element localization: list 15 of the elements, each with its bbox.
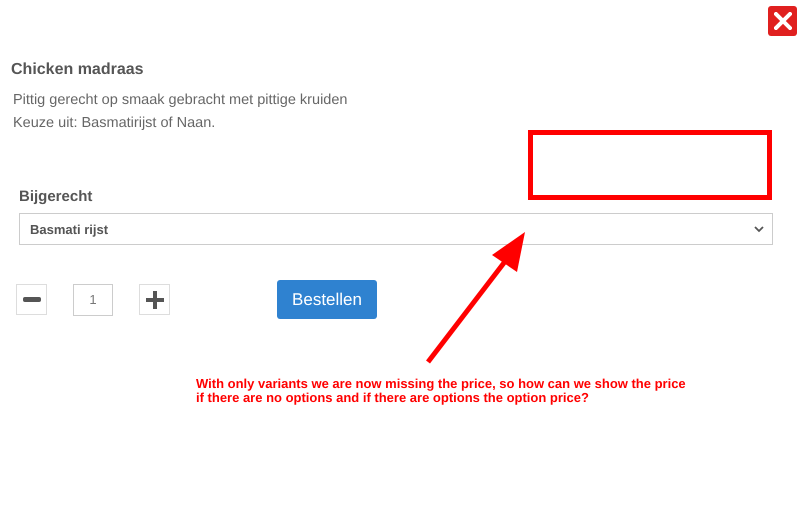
- dish-description: Keuze uit: Basmatirijst of Naan.: [13, 114, 216, 133]
- dish-title: Chicken madraas: [11, 60, 145, 80]
- order-button[interactable]: Bestellen: [277, 280, 377, 319]
- field-label: Bijgerecht: [19, 187, 94, 207]
- minus-icon: [22, 297, 40, 302]
- decrease-button[interactable]: [16, 284, 47, 315]
- side-dish-select[interactable]: Basmati rijst: [19, 213, 773, 245]
- annotation-note: With only variants we are now missing the price, so how can we show the price if there are no options and if there are options the option price?: [196, 377, 687, 405]
- quantity-field[interactable]: 1: [73, 284, 113, 316]
- close-icon: [774, 12, 792, 30]
- dish-description: Pittig gerecht op smaak gebracht met pittige kruiden: [13, 91, 348, 110]
- plus-icon: [146, 290, 164, 308]
- close-button[interactable]: [768, 6, 797, 36]
- increase-button[interactable]: [139, 284, 170, 315]
- chevron-down-icon: [754, 226, 764, 232]
